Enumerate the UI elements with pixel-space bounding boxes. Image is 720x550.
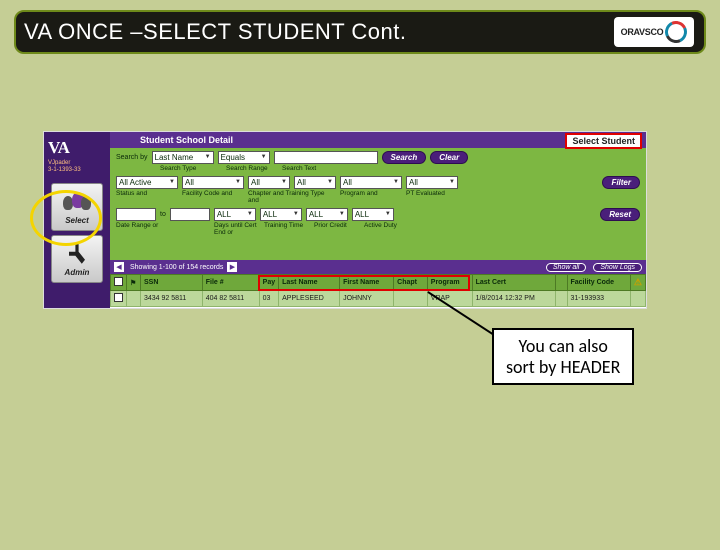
people-icon: [63, 190, 91, 214]
clear-button[interactable]: Clear: [430, 151, 468, 164]
annotation-callout: You can also sort by HEADER: [492, 328, 634, 385]
date-from-input[interactable]: [116, 208, 156, 221]
reset-button[interactable]: Reset: [600, 208, 640, 221]
warning-icon: ⚠: [634, 277, 642, 287]
training-type-select[interactable]: All: [294, 176, 336, 189]
oravsco-logo: ORAVSCO: [614, 17, 694, 47]
sidebar: VA VJpader 3-1-1393-33 Select Admin: [44, 132, 110, 308]
date-to-input[interactable]: [170, 208, 210, 221]
sidebar-meta: VJpader 3-1-1393-33: [44, 158, 110, 179]
hdr-flag[interactable]: ⚑: [127, 275, 141, 291]
main-panel: Student School Detail Select Student Sea…: [110, 132, 646, 308]
row-checkbox[interactable]: [114, 293, 123, 302]
active-duty-select[interactable]: ALL: [352, 208, 394, 221]
results-table: ⚑ SSN File # Pay Last Name First Name Ch…: [110, 274, 646, 307]
search-range-select[interactable]: Equals: [218, 151, 270, 164]
hdr-first-name[interactable]: First Name: [340, 275, 394, 291]
slide-title-bar: VA ONCE –SELECT STUDENT Cont. ORAVSCO: [14, 10, 706, 54]
wrench-icon: [63, 242, 91, 266]
days-select[interactable]: ALL: [214, 208, 256, 221]
status-select[interactable]: All Active: [116, 176, 178, 189]
pager-prev-icon[interactable]: ◀: [114, 262, 124, 272]
hdr-warn[interactable]: ⚠: [630, 275, 645, 291]
pager-status: Showing 1-100 of 154 records: [130, 264, 223, 271]
select-student-flag[interactable]: Select Student: [565, 133, 642, 149]
chapter-select[interactable]: All: [248, 176, 290, 189]
search-type-select[interactable]: Last Name: [152, 151, 214, 164]
filter-button[interactable]: Filter: [602, 176, 640, 189]
filter-panel: Select Student Search by Last Name Equal…: [110, 148, 646, 260]
app-logo: VA: [44, 136, 110, 158]
sidebar-select-button[interactable]: Select: [51, 183, 103, 231]
results-pager: ◀ Showing 1-100 of 154 records ▶ Show al…: [110, 260, 646, 274]
hdr-last-name[interactable]: Last Name: [279, 275, 340, 291]
hdr-program[interactable]: Program: [427, 275, 472, 291]
pager-next-icon[interactable]: ▶: [227, 262, 237, 272]
slide-title: VA ONCE –SELECT STUDENT Cont.: [24, 19, 407, 45]
hdr-ssn[interactable]: SSN: [141, 275, 203, 291]
logo-ring-icon: [662, 18, 690, 46]
hdr-facility[interactable]: Facility Code: [567, 275, 630, 291]
program-select[interactable]: All: [340, 176, 402, 189]
hdr-last-cert[interactable]: Last Cert: [472, 275, 555, 291]
search-by-label: Search by: [116, 154, 148, 161]
vaonce-screenshot: VA VJpader 3-1-1393-33 Select Admin Stud…: [44, 132, 646, 308]
table-row[interactable]: 3434 92 5811 404 82 5811 03 APPLESEED JO…: [111, 291, 646, 307]
search-button[interactable]: Search: [382, 151, 427, 164]
hdr-chapt[interactable]: Chapt: [394, 275, 428, 291]
sidebar-admin-button[interactable]: Admin: [51, 235, 103, 283]
hdr-file[interactable]: File #: [202, 275, 259, 291]
show-all-button[interactable]: Show all: [546, 263, 586, 272]
training-time-select[interactable]: ALL: [260, 208, 302, 221]
show-logs-button[interactable]: Show Logs: [593, 263, 642, 272]
prior-credit-select[interactable]: ALL: [306, 208, 348, 221]
facility-select[interactable]: All: [182, 176, 244, 189]
hdr-pay[interactable]: Pay: [259, 275, 278, 291]
hdr-checkbox[interactable]: [111, 275, 127, 291]
table-header-row: ⚑ SSN File # Pay Last Name First Name Ch…: [111, 275, 646, 291]
hdr-blank[interactable]: [555, 275, 567, 291]
pt-eval-select[interactable]: All: [406, 176, 458, 189]
search-text-input[interactable]: [274, 151, 378, 164]
